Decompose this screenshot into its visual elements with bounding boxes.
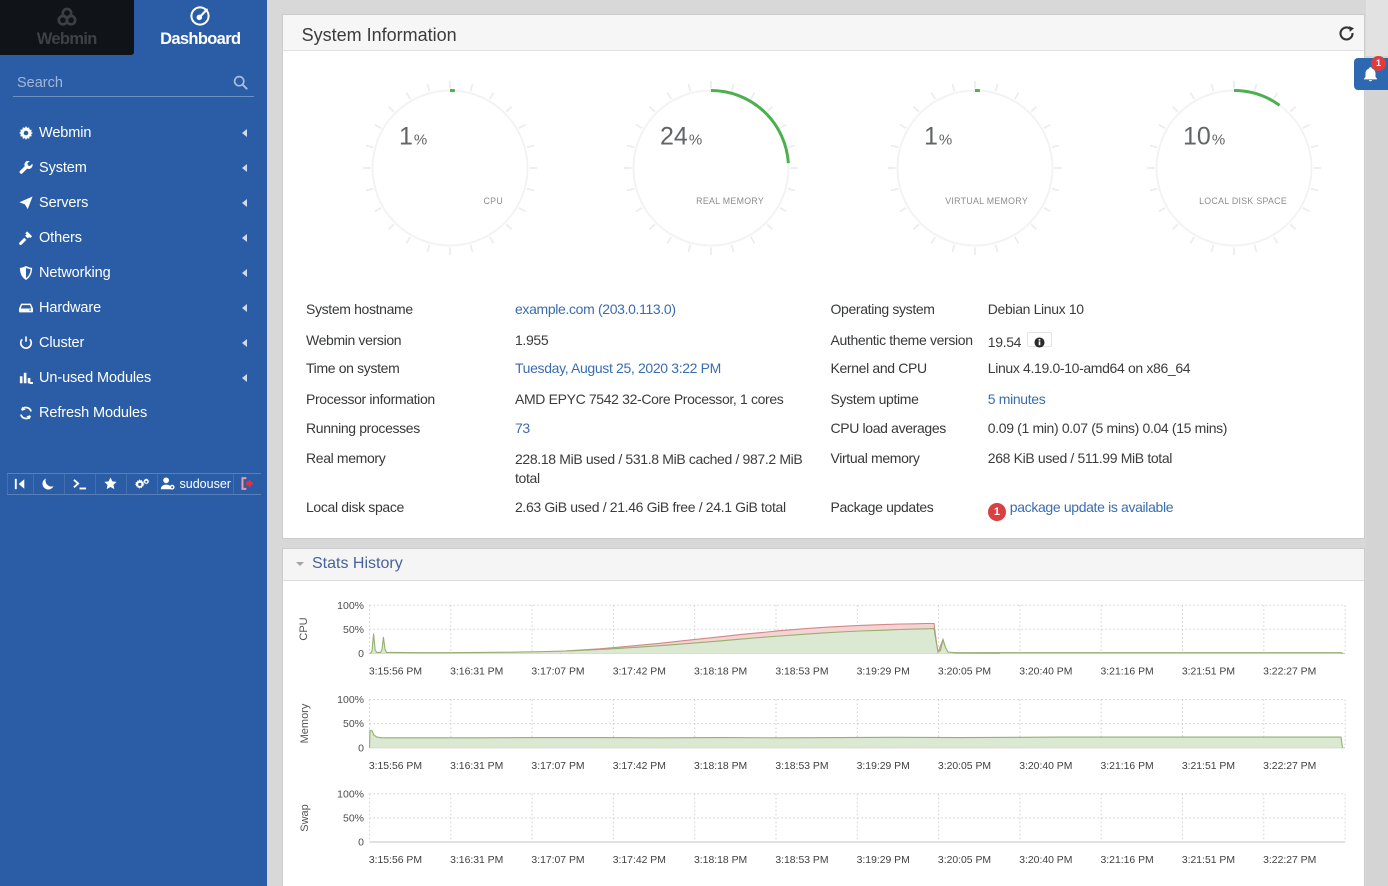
svg-text:100%: 100%: [337, 788, 364, 800]
svg-text:3:17:42 PM: 3:17:42 PM: [613, 761, 666, 772]
svg-text:3:22:27 PM: 3:22:27 PM: [1263, 855, 1316, 866]
svg-text:3:17:42 PM: 3:17:42 PM: [613, 667, 666, 678]
svg-text:3:17:42 PM: 3:17:42 PM: [613, 855, 666, 866]
svg-text:3:18:53 PM: 3:18:53 PM: [775, 761, 828, 772]
svg-text:3:18:18 PM: 3:18:18 PM: [694, 761, 747, 772]
svg-text:1%: 1%: [924, 123, 952, 151]
svg-text:0: 0: [358, 742, 364, 754]
svg-text:1%: 1%: [399, 123, 427, 151]
svg-text:10%: 10%: [1183, 123, 1225, 151]
svg-text:3:17:07 PM: 3:17:07 PM: [531, 855, 584, 866]
svg-text:3:17:07 PM: 3:17:07 PM: [531, 761, 584, 772]
svg-text:100%: 100%: [337, 694, 364, 706]
svg-text:0: 0: [358, 648, 364, 660]
svg-text:3:21:51 PM: 3:21:51 PM: [1182, 667, 1235, 678]
svg-text:3:16:31 PM: 3:16:31 PM: [450, 855, 503, 866]
svg-text:3:21:16 PM: 3:21:16 PM: [1101, 761, 1154, 772]
svg-text:3:15:56 PM: 3:15:56 PM: [369, 855, 422, 866]
svg-text:3:16:31 PM: 3:16:31 PM: [450, 761, 503, 772]
svg-text:3:19:29 PM: 3:19:29 PM: [857, 667, 910, 678]
svg-text:3:20:40 PM: 3:20:40 PM: [1019, 761, 1072, 772]
svg-text:3:19:29 PM: 3:19:29 PM: [857, 855, 910, 866]
svg-text:50%: 50%: [343, 624, 364, 636]
svg-text:50%: 50%: [343, 718, 364, 730]
svg-text:3:21:16 PM: 3:21:16 PM: [1101, 667, 1154, 678]
svg-text:3:20:40 PM: 3:20:40 PM: [1019, 667, 1072, 678]
svg-text:VIRTUAL MEMORY: VIRTUAL MEMORY: [945, 196, 1028, 206]
svg-text:Memory: Memory: [299, 703, 311, 743]
svg-text:3:18:18 PM: 3:18:18 PM: [694, 855, 747, 866]
svg-text:CPU: CPU: [484, 196, 503, 206]
svg-text:3:21:16 PM: 3:21:16 PM: [1101, 855, 1154, 866]
svg-text:3:22:27 PM: 3:22:27 PM: [1263, 761, 1316, 772]
svg-text:0: 0: [358, 837, 364, 849]
svg-text:3:19:29 PM: 3:19:29 PM: [857, 761, 910, 772]
svg-text:3:15:56 PM: 3:15:56 PM: [369, 761, 422, 772]
svg-text:3:20:05 PM: 3:20:05 PM: [938, 761, 991, 772]
svg-text:50%: 50%: [343, 813, 364, 825]
svg-text:3:15:56 PM: 3:15:56 PM: [369, 667, 422, 678]
svg-text:3:22:27 PM: 3:22:27 PM: [1263, 667, 1316, 678]
svg-text:24%: 24%: [660, 123, 702, 151]
svg-text:3:18:53 PM: 3:18:53 PM: [775, 855, 828, 866]
svg-text:100%: 100%: [337, 600, 364, 612]
svg-text:3:20:40 PM: 3:20:40 PM: [1019, 855, 1072, 866]
svg-text:LOCAL DISK SPACE: LOCAL DISK SPACE: [1199, 196, 1287, 206]
svg-text:3:17:07 PM: 3:17:07 PM: [531, 667, 584, 678]
svg-text:3:21:51 PM: 3:21:51 PM: [1182, 761, 1235, 772]
svg-text:3:20:05 PM: 3:20:05 PM: [938, 855, 991, 866]
svg-text:3:18:53 PM: 3:18:53 PM: [775, 667, 828, 678]
svg-text:REAL MEMORY: REAL MEMORY: [696, 196, 764, 206]
svg-text:3:21:51 PM: 3:21:51 PM: [1182, 855, 1235, 866]
svg-text:3:20:05 PM: 3:20:05 PM: [938, 667, 991, 678]
svg-text:CPU: CPU: [298, 617, 310, 640]
svg-text:3:18:18 PM: 3:18:18 PM: [694, 667, 747, 678]
svg-text:3:16:31 PM: 3:16:31 PM: [450, 667, 503, 678]
svg-text:Swap: Swap: [299, 804, 311, 832]
